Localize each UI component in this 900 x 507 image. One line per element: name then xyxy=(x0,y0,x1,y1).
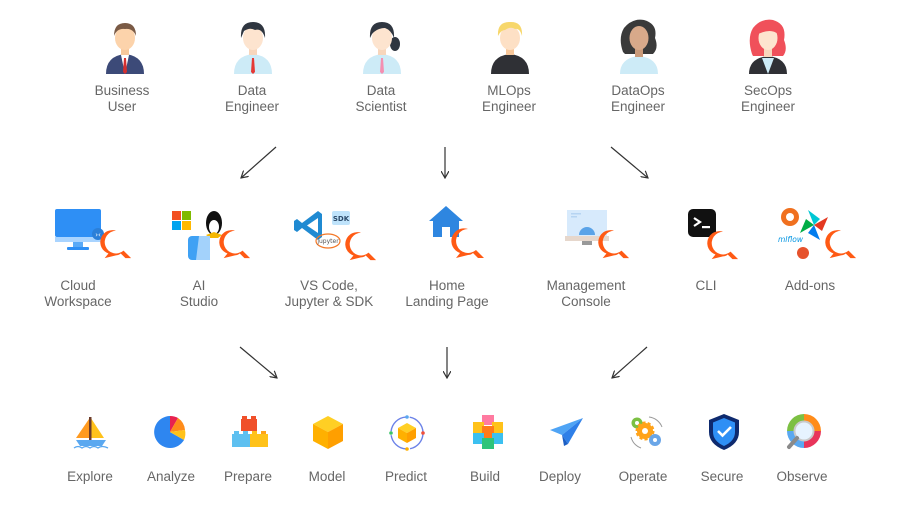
home-icon xyxy=(429,206,484,258)
orbit-cube-icon xyxy=(389,415,425,451)
interface-cli[interactable] xyxy=(686,207,750,265)
capability-label-predict: Predict xyxy=(384,469,428,484)
paper-plane-icon xyxy=(550,418,583,446)
interface-label-ai-studio: AI Studio xyxy=(180,278,218,310)
interface-label-line1: Management xyxy=(546,278,626,293)
brand-logo-icon xyxy=(598,230,630,259)
addons-icon: mlflow xyxy=(778,208,857,259)
pie-chart-icon xyxy=(154,415,186,448)
interface-label-line2: Jupyter & SDK xyxy=(284,294,374,309)
capability-label-observe: Observe xyxy=(776,469,828,484)
svg-text:›‹: ›‹ xyxy=(95,231,101,239)
interface-label-line2: Landing Page xyxy=(405,294,489,309)
interface-label-cli: CLI xyxy=(695,278,716,294)
arrow-personas-to-right xyxy=(610,146,648,178)
sdk-badge: SDK xyxy=(333,215,350,223)
interface-label-line1: Home xyxy=(428,278,466,293)
brand-logo-icon xyxy=(100,230,132,259)
interface-vscode-jupyter-sdk[interactable]: SDK jupyter xyxy=(292,207,384,265)
capability-build[interactable] xyxy=(469,413,507,451)
interface-label-cloud-workspace: Cloud Workspace xyxy=(44,278,111,310)
interface-ai-studio[interactable] xyxy=(168,207,258,265)
monitor-icon: ›‹ xyxy=(55,209,132,259)
cube-icon xyxy=(313,416,343,449)
interface-label-home-landing-page: Home Landing Page xyxy=(405,278,488,310)
bricks-icon xyxy=(232,416,268,447)
arrow-interfaces-to-left xyxy=(239,346,277,378)
capability-label-prepare: Prepare xyxy=(223,469,273,484)
interface-label-line1: CLI xyxy=(695,278,717,293)
interface-label-line1: Add-ons xyxy=(784,278,836,293)
mlflow-badge: mlflow xyxy=(778,235,804,244)
capability-deploy[interactable] xyxy=(548,414,586,450)
interface-cloud-workspace[interactable]: ›‹ xyxy=(53,207,137,265)
capability-analyze[interactable] xyxy=(151,413,189,451)
interface-label-line1: Cloud xyxy=(60,278,96,293)
interface-label-line2: Workspace xyxy=(44,294,112,309)
vscode-jupyter-sdk-icon: SDK jupyter xyxy=(294,211,377,261)
brand-logo-icon xyxy=(219,230,251,259)
interface-home-landing-page[interactable] xyxy=(426,203,496,265)
capability-prepare[interactable] xyxy=(230,413,270,451)
capability-label-model: Model xyxy=(308,469,346,484)
arrow-personas-to-left xyxy=(241,146,277,178)
cubes-icon xyxy=(473,415,503,449)
interface-label-add-ons: Add-ons xyxy=(785,278,835,294)
interface-label-line1: AI xyxy=(192,278,206,293)
capability-explore[interactable] xyxy=(72,414,110,450)
jupyter-badge: jupyter xyxy=(316,238,339,245)
os-logos-icon xyxy=(172,211,251,260)
shield-check-icon xyxy=(709,414,739,450)
capability-label-secure: Secure xyxy=(700,469,744,484)
interface-label-line2: Console xyxy=(561,294,611,309)
capability-model[interactable] xyxy=(309,413,347,451)
interface-label-vscode-jupyter-sdk: VS Code, Jupyter & SDK xyxy=(285,278,374,310)
interface-label-line1: VS Code, xyxy=(300,278,358,293)
interface-label-management-console: Management Console xyxy=(547,278,626,310)
interface-management-console[interactable] xyxy=(563,207,643,265)
capability-label-analyze: Analyze xyxy=(146,469,196,484)
interface-add-ons[interactable]: mlflow xyxy=(776,205,866,265)
brand-logo-icon xyxy=(707,231,739,260)
gears-icon xyxy=(630,416,663,449)
capability-label-explore: Explore xyxy=(67,469,113,484)
capability-observe[interactable] xyxy=(783,412,823,452)
terminal-icon xyxy=(688,209,739,260)
capability-secure[interactable] xyxy=(706,412,742,452)
sailboat-icon xyxy=(73,417,109,449)
magnifier-icon xyxy=(787,414,821,449)
brand-logo-icon xyxy=(345,232,377,261)
arrow-interfaces-to-right xyxy=(612,346,648,378)
interface-label-line2: Studio xyxy=(179,294,219,309)
console-gear-icon xyxy=(565,210,630,259)
brand-logo-icon xyxy=(825,230,857,259)
capability-predict[interactable] xyxy=(387,413,427,453)
capability-label-deploy: Deploy xyxy=(538,469,582,484)
capability-label-build: Build xyxy=(469,469,501,484)
capability-label-operate: Operate xyxy=(618,469,668,484)
capability-operate[interactable] xyxy=(627,413,665,451)
brand-logo-icon xyxy=(451,228,484,258)
